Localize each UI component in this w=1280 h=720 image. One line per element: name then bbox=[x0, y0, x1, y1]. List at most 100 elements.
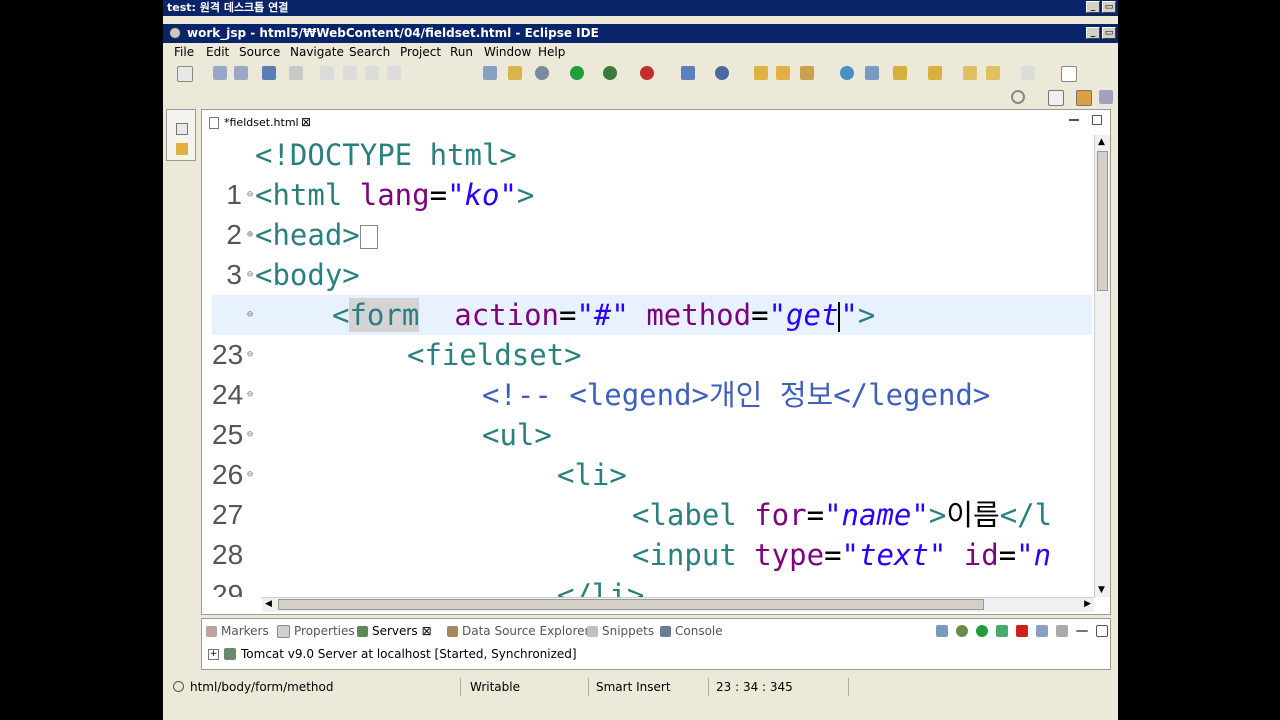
maximize-panel-icon[interactable] bbox=[1096, 625, 1108, 637]
maximize-editor-icon[interactable] bbox=[1092, 115, 1102, 125]
horizontal-scrollbar[interactable]: ◀ ▶ bbox=[262, 597, 1094, 612]
menu-bar: File Edit Source Navigate Search Project… bbox=[163, 43, 1118, 61]
menu-search[interactable]: Search bbox=[349, 43, 390, 61]
fold-marker[interactable]: ⊖ bbox=[247, 175, 253, 215]
rdp-minimize-button[interactable]: _ bbox=[1086, 1, 1100, 13]
tab-data-source-explorer[interactable]: Data Source Explorer bbox=[447, 619, 589, 643]
stop-server-icon[interactable] bbox=[1016, 625, 1028, 637]
code-editor[interactable]: 1 <!DOCTYPE html> 2 ⊖ <html lang="ko"> 3… bbox=[212, 135, 1092, 597]
horizontal-scroll-thumb[interactable] bbox=[278, 599, 984, 610]
fold-marker[interactable]: ⊖ bbox=[247, 335, 253, 375]
brush-icon[interactable] bbox=[800, 66, 814, 80]
save-all-icon[interactable] bbox=[234, 66, 248, 80]
search-tool-icon[interactable] bbox=[865, 66, 879, 80]
web-perspective-icon[interactable] bbox=[1099, 90, 1113, 104]
tab-console[interactable]: Console bbox=[660, 619, 723, 643]
profile-server-icon[interactable] bbox=[996, 625, 1008, 637]
new-java-project-icon[interactable] bbox=[681, 66, 695, 80]
eclipse-restore-button[interactable]: ▭ bbox=[1102, 27, 1116, 39]
resume-icon[interactable] bbox=[320, 66, 334, 80]
menu-run[interactable]: Run bbox=[450, 43, 473, 61]
back-icon[interactable] bbox=[963, 66, 977, 80]
scroll-up-icon[interactable]: ▲ bbox=[1098, 137, 1105, 147]
open-perspective-icon[interactable] bbox=[1048, 90, 1064, 106]
search-icon[interactable] bbox=[1011, 90, 1025, 104]
history-back-icon[interactable] bbox=[986, 66, 1000, 80]
new-icon[interactable] bbox=[177, 66, 193, 82]
minimize-editor-icon[interactable] bbox=[1068, 119, 1079, 121]
fold-marker[interactable]: ⊖ bbox=[247, 295, 253, 335]
code-token: <label bbox=[632, 498, 755, 532]
suspend-icon[interactable] bbox=[343, 66, 357, 80]
open-task-icon[interactable] bbox=[483, 66, 497, 80]
code-token: <!-- bbox=[482, 378, 570, 412]
fold-marker[interactable]: ⊕ bbox=[247, 215, 253, 255]
folded-region-box[interactable] bbox=[359, 225, 378, 249]
open-folder-icon[interactable] bbox=[754, 66, 768, 80]
debug-icon[interactable] bbox=[535, 66, 549, 80]
rdp-restore-button[interactable]: ▭ bbox=[1102, 1, 1116, 13]
editor-area: *fieldset.html ⊠ 1 <!DOCTYPE html> 2 ⊖ <… bbox=[201, 109, 1111, 615]
new-window-icon[interactable] bbox=[1061, 66, 1077, 82]
previous-annotation-icon[interactable] bbox=[928, 66, 942, 80]
vertical-scrollbar[interactable]: ▲ ▼ bbox=[1094, 135, 1110, 597]
vertical-scroll-thumb[interactable] bbox=[1097, 151, 1108, 291]
jee-perspective-icon[interactable] bbox=[1076, 90, 1092, 106]
tab-markers[interactable]: Markers bbox=[206, 619, 269, 643]
tab-snippets[interactable]: Snippets bbox=[587, 619, 654, 643]
globe-icon[interactable] bbox=[840, 66, 854, 80]
scroll-down-icon[interactable]: ▼ bbox=[1098, 585, 1105, 595]
save-icon[interactable] bbox=[213, 66, 227, 80]
new-class-icon[interactable] bbox=[715, 66, 729, 80]
open-file-icon[interactable] bbox=[776, 66, 790, 80]
close-icon[interactable]: ⊠ bbox=[301, 112, 311, 133]
perspective-bar bbox=[163, 86, 1118, 108]
menu-help[interactable]: Help bbox=[538, 43, 565, 61]
fold-marker[interactable]: ⊖ bbox=[247, 255, 253, 295]
project-explorer-icon[interactable] bbox=[176, 143, 188, 155]
external-tools-icon[interactable] bbox=[640, 66, 654, 80]
minimize-panel-icon[interactable] bbox=[1076, 630, 1088, 632]
forward-icon[interactable] bbox=[1021, 66, 1035, 80]
menu-source[interactable]: Source bbox=[239, 43, 280, 61]
debug-server-icon[interactable] bbox=[956, 625, 968, 637]
code-token: <input bbox=[632, 538, 755, 572]
server-entry[interactable]: + Tomcat v9.0 Server at localhost [Start… bbox=[208, 646, 577, 662]
fold-marker[interactable]: ⊖ bbox=[247, 455, 253, 495]
scroll-right-icon[interactable]: ▶ bbox=[1084, 599, 1091, 609]
scroll-left-icon[interactable]: ◀ bbox=[265, 599, 272, 609]
menu-window[interactable]: Window bbox=[484, 43, 531, 61]
menu-project[interactable]: Project bbox=[400, 43, 441, 61]
collapse-icon[interactable] bbox=[936, 625, 948, 637]
tab-servers[interactable]: Servers ⊠ bbox=[357, 619, 432, 643]
menu-edit[interactable]: Edit bbox=[206, 43, 229, 61]
restore-view-icon[interactable] bbox=[176, 123, 188, 135]
disconnect-icon[interactable] bbox=[387, 66, 401, 80]
fold-marker[interactable]: ⊖ bbox=[247, 375, 253, 415]
html-file-icon bbox=[209, 117, 219, 129]
publish-icon[interactable] bbox=[1036, 625, 1048, 637]
next-annotation-icon[interactable] bbox=[893, 66, 907, 80]
view-menu-icon[interactable] bbox=[1056, 625, 1068, 637]
menu-file[interactable]: File bbox=[174, 43, 194, 61]
print-icon[interactable] bbox=[262, 66, 276, 80]
tab-label: Data Source Explorer bbox=[462, 624, 590, 638]
tab-properties[interactable]: Properties bbox=[277, 619, 355, 643]
terminate-icon[interactable] bbox=[365, 66, 379, 80]
eclipse-minimize-button[interactable]: _ bbox=[1086, 27, 1100, 39]
fold-marker[interactable]: ⊖ bbox=[247, 415, 253, 455]
run-icon[interactable] bbox=[570, 66, 584, 80]
expand-icon[interactable]: + bbox=[208, 648, 219, 660]
editor-tab-fieldset[interactable]: *fieldset.html ⊠ bbox=[204, 112, 318, 133]
menu-navigate[interactable]: Navigate bbox=[290, 43, 344, 61]
open-type-icon[interactable] bbox=[508, 66, 522, 80]
code-token: <ul> bbox=[482, 418, 552, 452]
status-divider bbox=[708, 678, 709, 696]
coverage-icon[interactable] bbox=[603, 66, 617, 80]
skip-breakpoints-icon[interactable] bbox=[289, 66, 303, 80]
remote-desktop-title: test: 원격 데스크톱 연결 bbox=[167, 1, 289, 14]
start-server-icon[interactable] bbox=[976, 625, 988, 637]
code-token: "get bbox=[768, 298, 839, 332]
code-token: <head> bbox=[255, 218, 360, 252]
close-icon[interactable]: ⊠ bbox=[422, 619, 432, 643]
